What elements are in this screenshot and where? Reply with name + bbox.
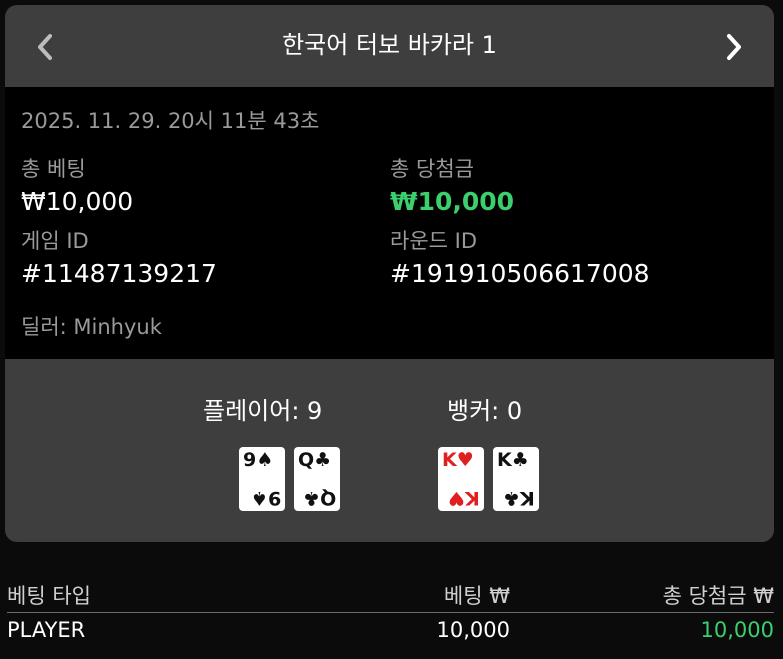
- banker-card-1: K♥ K♥: [438, 447, 484, 511]
- banker-card-2: K♣ K♣: [493, 447, 539, 511]
- round-detail-panel: 한국어 터보 바카라 1 2025. 11. 29. 20시 11분 43초 총…: [5, 5, 774, 542]
- column-bet-type: 베팅 타입: [7, 584, 91, 608]
- card-rank-suit: 9♠: [250, 487, 281, 509]
- total-bet-value: ₩10,000: [21, 187, 134, 216]
- header: 한국어 터보 바카라 1: [5, 5, 774, 87]
- column-bet-amount: 베팅 ₩: [443, 584, 510, 608]
- game-id-label: 게임 ID: [21, 229, 89, 253]
- game-id-value: #11487139217: [21, 259, 217, 288]
- player-score: 플레이어: 9: [203, 397, 323, 425]
- bet-amount-cell: 10,000: [436, 618, 510, 642]
- total-win-label: 총 당첨금: [390, 157, 474, 181]
- total-bet-label: 총 베팅: [21, 157, 86, 181]
- round-id-label: 라운드 ID: [390, 229, 477, 253]
- card-rank-suit: K♥: [448, 487, 480, 509]
- timestamp: 2025. 11. 29. 20시 11분 43초: [21, 109, 320, 133]
- card-rank-suit: K♣: [497, 449, 529, 471]
- total-win-value: ₩10,000: [390, 187, 515, 216]
- round-info: 2025. 11. 29. 20시 11분 43초 총 베팅 ₩10,000 총…: [5, 87, 774, 359]
- win-amount-cell: 10,000: [700, 618, 774, 642]
- next-round-button[interactable]: [716, 27, 752, 67]
- round-id-value: #191910506617008: [390, 259, 650, 288]
- dealer-name: 딜러: Minhyuk: [21, 315, 162, 339]
- banker-score: 뱅커: 0: [447, 397, 523, 425]
- game-title: 한국어 터보 바카라 1: [282, 31, 497, 59]
- card-rank-suit: K♣: [503, 487, 535, 509]
- card-rank-suit: Q♣: [298, 449, 332, 471]
- card-rank-suit: 9♠: [243, 449, 274, 471]
- table-row: PLAYER 10,000 10,000: [7, 618, 774, 650]
- card-rank-suit: K♥: [442, 449, 474, 471]
- bet-type-cell: PLAYER: [7, 618, 86, 642]
- column-total-win: 총 당첨금 ₩: [662, 584, 774, 608]
- chevron-right-icon: [727, 34, 741, 60]
- bets-table-header: 베팅 타입 베팅 ₩ 총 당첨금 ₩: [7, 580, 774, 613]
- player-card-1: 9♠ 9♠: [239, 447, 285, 511]
- player-card-2: Q♣ Q♣: [294, 447, 340, 511]
- card-rank-suit: Q♣: [302, 487, 336, 509]
